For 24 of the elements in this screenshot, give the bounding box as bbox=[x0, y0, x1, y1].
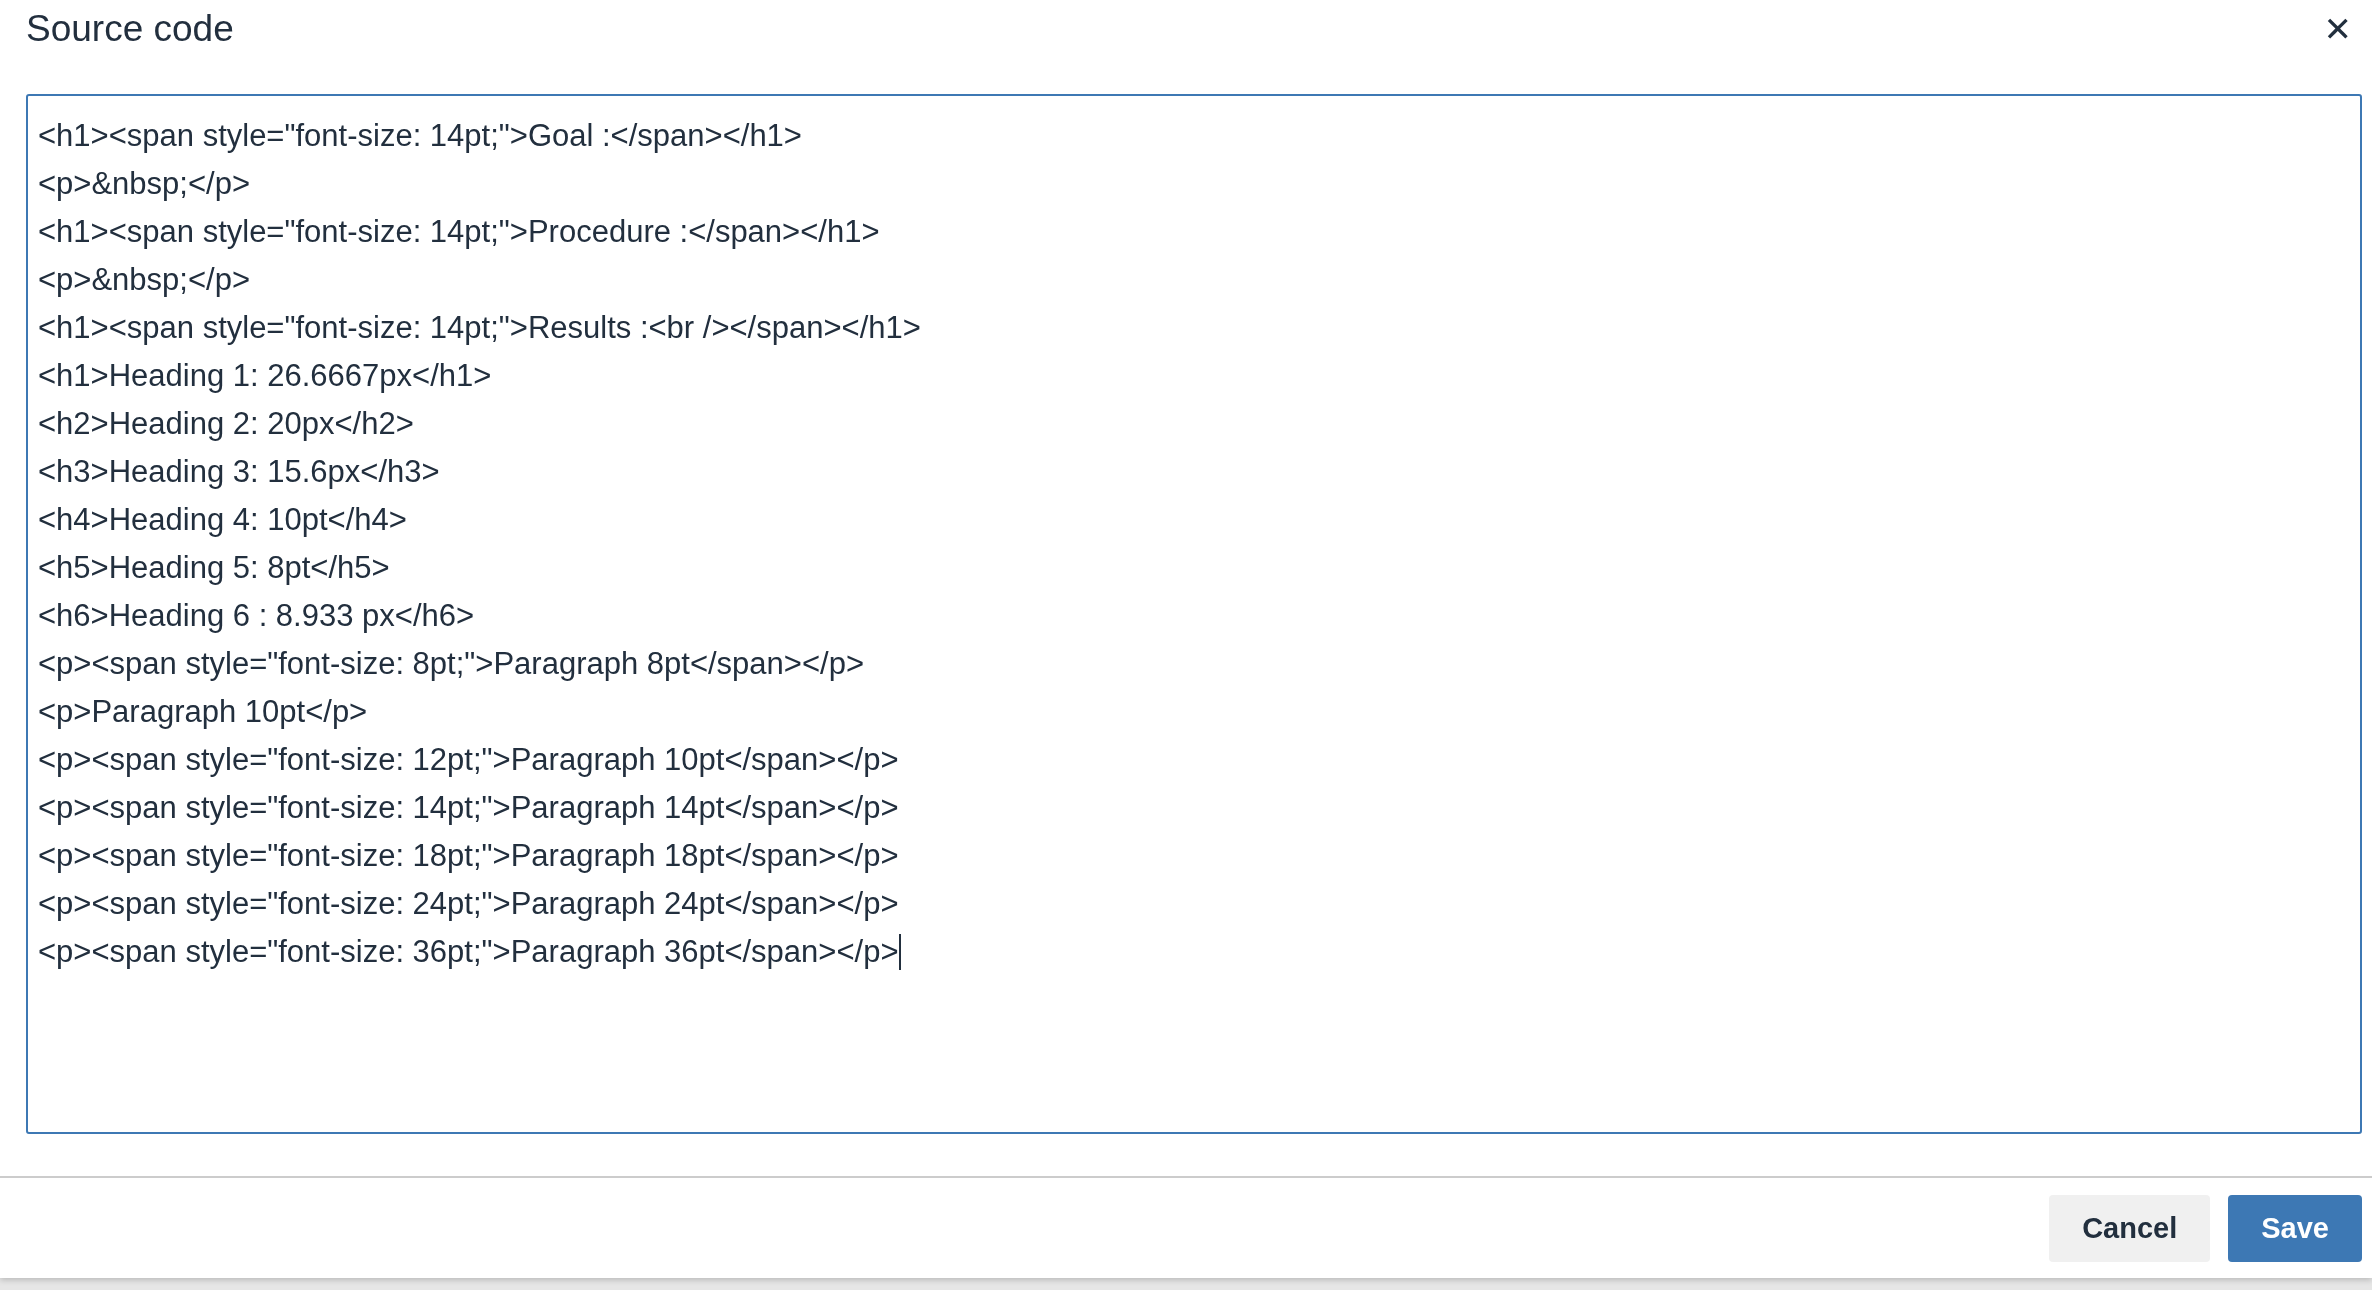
close-button[interactable]: ✕ bbox=[2323, 9, 2352, 49]
code-line: <p>&nbsp;</p> bbox=[38, 165, 251, 203]
code-line: <h4>Heading 4: 10pt</h4> bbox=[38, 501, 407, 539]
code-line: <h1><span style="font-size: 14pt;">Results :<br /></span></h1> bbox=[38, 309, 921, 347]
code-line: <p>&nbsp;</p> bbox=[38, 261, 251, 299]
code-line: <p><span style="font-size: 8pt;">Paragraph 8pt</span></p> bbox=[38, 645, 864, 683]
text-cursor bbox=[898, 934, 901, 970]
dialog-title: Source code bbox=[26, 8, 234, 50]
code-line: <h1><span style="font-size: 14pt;">Procedure :</span></h1> bbox=[38, 213, 880, 251]
code-line: <h2>Heading 2: 20px</h2> bbox=[38, 405, 414, 443]
code-line: <h6>Heading 6 : 8.933 px</h6> bbox=[38, 597, 475, 635]
cancel-button[interactable]: Cancel bbox=[2049, 1194, 2211, 1262]
code-line: <h5>Heading 5: 8pt</h5> bbox=[38, 549, 390, 587]
code-line: <p><span style="font-size: 14pt;">Paragraph 14pt</span></p> bbox=[38, 789, 899, 827]
save-button[interactable]: Save bbox=[2228, 1194, 2362, 1262]
code-line: <p>Paragraph 10pt</p> bbox=[38, 693, 368, 731]
code-line: <p><span style="font-size: 18pt;">Paragraph 18pt</span></p> bbox=[38, 837, 899, 875]
code-line: <p><span style="font-size: 12pt;">Paragraph 10pt</span></p> bbox=[38, 741, 899, 779]
code-line: <h1><span style="font-size: 14pt;">Goal :</span></h1> bbox=[38, 117, 802, 155]
code-line: <p><span style="font-size: 36pt;">Paragraph 36pt</span></p> bbox=[38, 933, 899, 971]
code-editor[interactable] bbox=[26, 94, 2362, 1134]
code-line: <h1>Heading 1: 26.6667px</h1> bbox=[38, 357, 492, 395]
code-line: <h3>Heading 3: 15.6px</h3> bbox=[38, 453, 440, 491]
code-line: <p><span style="font-size: 24pt;">Paragraph 24pt</span></p> bbox=[38, 885, 899, 923]
